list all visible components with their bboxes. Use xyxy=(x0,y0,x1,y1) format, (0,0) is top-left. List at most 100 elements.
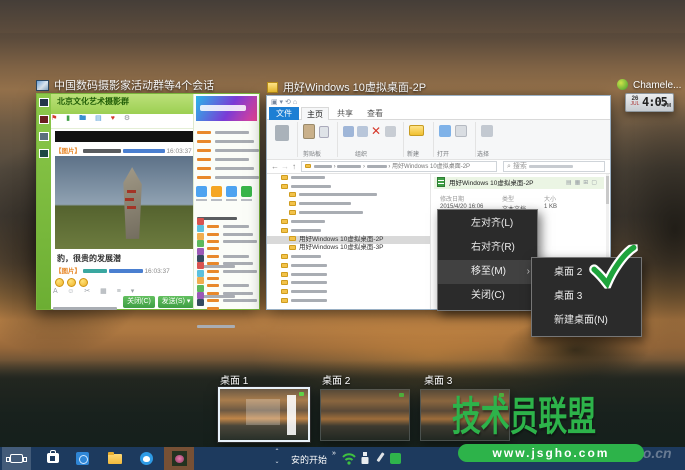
qq-window-icon xyxy=(36,80,49,91)
wifi-tray-icon[interactable] xyxy=(342,452,356,465)
qq-compose-toolbar: A ☺ ✂ ▦ ≡ ▾ xyxy=(53,287,138,295)
folder-label: 用好Windows 10虚拟桌面-3P xyxy=(299,244,384,251)
tray-down-arrow[interactable]: ⌄ xyxy=(272,460,282,465)
qq-announcement-row xyxy=(197,124,249,132)
folder-icon xyxy=(281,289,288,294)
tree-row xyxy=(267,227,430,236)
desktop-2-label: 桌面 2 xyxy=(322,372,350,387)
qq-announcement-row xyxy=(197,169,259,177)
menu-item-close[interactable]: 关闭(C) xyxy=(438,284,537,308)
chameleon-clock-thumbnail[interactable]: 26 JUL 4:05 PM xyxy=(625,93,674,112)
clock-meridiem: PM xyxy=(664,103,672,109)
annotation-checkmark-icon xyxy=(588,244,641,289)
tree-row xyxy=(267,174,430,183)
folder-icon xyxy=(289,201,296,206)
desktop-1-thumbnail[interactable] xyxy=(218,387,310,442)
menu-item-snap-right[interactable]: 右对齐(R) xyxy=(438,236,537,260)
browser-button[interactable] xyxy=(70,447,96,470)
qq-app-icon xyxy=(196,186,207,197)
qq-message-link: 【图片】 16:03:37 xyxy=(55,145,192,155)
store-button[interactable] xyxy=(40,447,66,470)
qq-announcement-row xyxy=(197,142,259,150)
submenu-arrow-icon: › xyxy=(527,260,530,284)
explorer-thumbnail-title: 用好Windows 10虚拟桌面-2P xyxy=(267,79,426,95)
qq-group-panel xyxy=(193,94,259,309)
qq-app-label xyxy=(226,199,237,201)
task-view-button[interactable] xyxy=(2,447,31,470)
tree-row xyxy=(267,209,430,218)
usb-tray-icon[interactable] xyxy=(360,452,370,465)
breadcrumb: › › › 用好Windows 10虚拟桌面-2P xyxy=(301,161,497,172)
text-file-icon xyxy=(437,177,445,187)
watermark-site-pill: www.jsgho.com xyxy=(458,444,644,462)
clock-date: 26 JUL xyxy=(629,96,641,107)
tree-row xyxy=(267,288,430,297)
qq-window-thumbnail[interactable]: 北京文化艺术摄影群 ⚑▮🖿▤♥⚙ ⌕ 【图片】 16:03:37 xyxy=(36,93,260,310)
qq-browser-button[interactable] xyxy=(134,447,160,470)
standing-stone xyxy=(111,164,155,242)
qq-app-icon xyxy=(226,186,237,197)
qq-app-label xyxy=(241,199,252,201)
photos-app-button[interactable] xyxy=(164,447,194,470)
folder-icon xyxy=(281,228,288,233)
tray-overflow-chevron[interactable]: » xyxy=(332,450,336,457)
tree-row xyxy=(267,271,430,280)
explorer-ribbon: ✕ 剪贴板 组织 新建 打开 选择 xyxy=(267,120,610,160)
qq-announcement-row xyxy=(197,151,249,159)
file-explorer-button[interactable] xyxy=(102,447,128,470)
folder-icon xyxy=(281,254,288,259)
qq-toolbar: ⚑▮🖿▤♥⚙ xyxy=(51,114,193,129)
search-icon: ⌕ xyxy=(507,163,511,170)
selected-file-row: 用好Windows 10虚拟桌面-2P ▤▦⊞▢ xyxy=(434,177,604,189)
folder-icon xyxy=(281,175,288,180)
submenu-item-desktop-3[interactable]: 桌面 3 xyxy=(532,285,641,309)
qq-app-icon xyxy=(241,186,252,197)
search-box: ⌕ 搜索 xyxy=(503,161,605,172)
photo-icon xyxy=(172,451,187,466)
explorer-window-icon xyxy=(267,82,278,93)
qq-ad-banner xyxy=(196,96,257,121)
folder-icon xyxy=(281,280,288,285)
menu-item-snap-left[interactable]: 左对齐(L) xyxy=(438,212,537,236)
menu-item-move-to[interactable]: 移至(M) › xyxy=(438,260,537,284)
qq-send-button: 发送(S) ▾ xyxy=(158,296,194,308)
qq-group-sidebar xyxy=(37,94,51,309)
tree-row xyxy=(267,253,430,262)
qq-group-apps xyxy=(196,186,258,206)
qq-browser-icon xyxy=(140,452,153,465)
desktop-2-thumbnail[interactable] xyxy=(320,389,410,441)
folder-icon xyxy=(281,263,288,268)
green-app-tray-icon[interactable] xyxy=(390,453,401,464)
qq-group-name: 北京文化艺术摄影群 xyxy=(57,96,129,107)
tree-row xyxy=(267,262,430,271)
task-view-icon xyxy=(10,454,23,463)
tree-row xyxy=(267,297,430,306)
qq-thumbnail-title: 中国数码摄影家活动群等4个会话 xyxy=(36,77,214,93)
folder-tree-pane: 用好Windows 10虚拟桌面-2P用好Windows 10虚拟桌面-3P xyxy=(267,174,431,309)
tab-home: 主页 xyxy=(301,107,329,120)
tray-up-arrow[interactable]: ⌃ xyxy=(272,450,282,455)
tree-row xyxy=(267,183,430,192)
tab-share: 共享 xyxy=(331,107,359,120)
tree-row xyxy=(267,192,430,201)
qq-app-label xyxy=(196,199,207,201)
explorer-ribbon-tabs: 文件 主页 共享 查看 xyxy=(267,107,610,120)
qq-announcement-row xyxy=(197,133,254,141)
tree-row xyxy=(267,280,430,289)
folder-label: 用好Windows 10虚拟桌面-2P xyxy=(299,236,384,243)
tab-view: 查看 xyxy=(361,107,389,120)
submenu-item-new-desktop[interactable]: 新建桌面(N) xyxy=(532,309,641,333)
folder-icon xyxy=(281,272,288,277)
folder-icon xyxy=(281,219,288,224)
pen-tray-icon[interactable] xyxy=(374,452,386,465)
folder-icon xyxy=(289,245,296,250)
task-view-screen: 中国数码摄影家活动群等4个会话 北京文化艺术摄影群 ⚑▮🖿▤♥⚙ ⌕ 【 xyxy=(0,0,685,470)
context-menu: 左对齐(L) 右对齐(R) 移至(M) › 关闭(C) xyxy=(437,209,538,311)
qq-close-chat-button: 关闭(C) xyxy=(123,296,155,308)
delete-icon: ✕ xyxy=(371,124,381,138)
ime-status[interactable]: 安的开始 xyxy=(291,453,327,466)
chameleon-app-icon xyxy=(617,79,628,90)
desktop-3-label: 桌面 3 xyxy=(424,372,452,387)
file-explorer-icon xyxy=(108,454,122,464)
explorer-quick-access-toolbar: ▣ ▾ ⟲ ⌂ xyxy=(271,98,297,106)
